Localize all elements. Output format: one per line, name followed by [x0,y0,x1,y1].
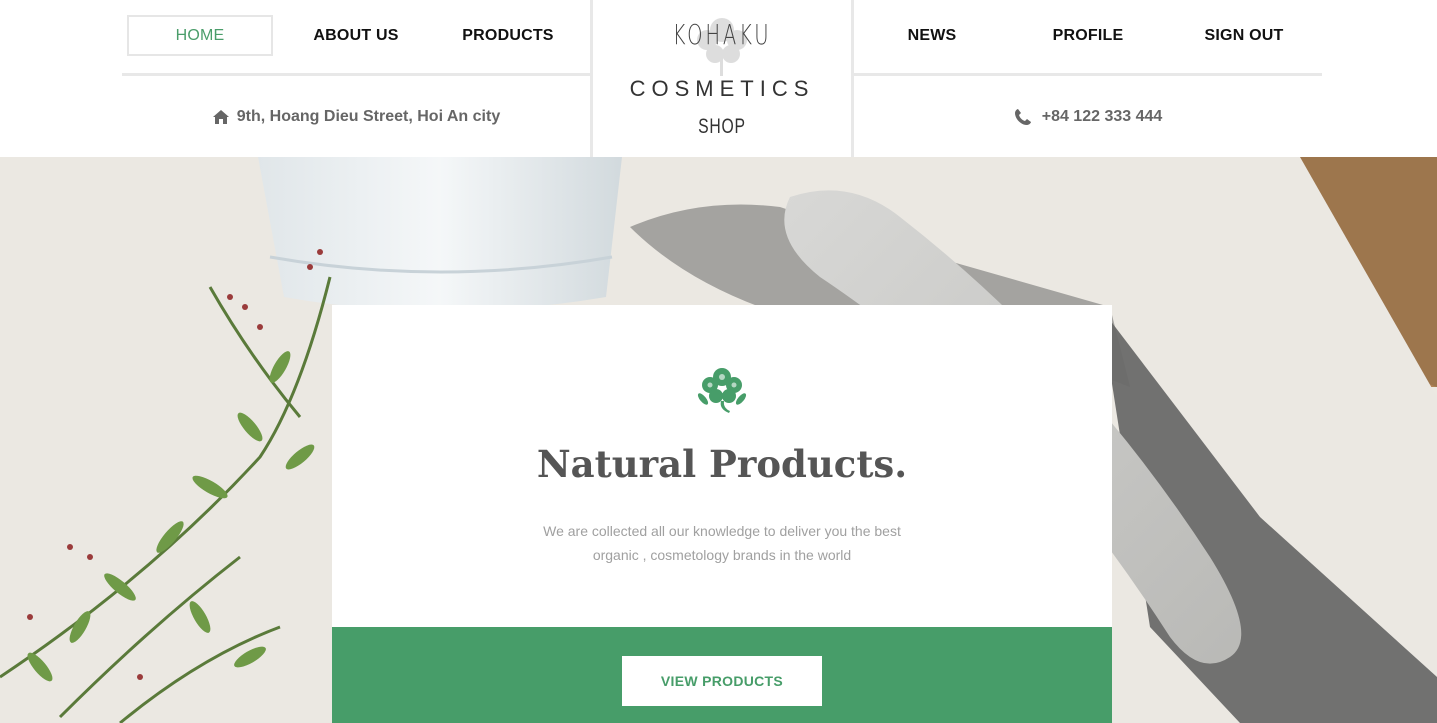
hero-title: Natural Products. [536,442,908,486]
logo-shop: SHOP [698,115,746,138]
nav-products[interactable]: PRODUCTS [440,15,576,56]
phone-text[interactable]: +84 122 333 444 [1042,108,1163,126]
nav-about-us[interactable]: ABOUT US [288,15,424,56]
nav-news[interactable]: NEWS [864,15,1000,56]
site-header: HOME ABOUT US PRODUCTS NEWS PROFILE SIGN… [0,0,1437,157]
nav-sign-out[interactable]: SIGN OUT [1176,15,1312,56]
logo[interactable]: KOHAKU COSMETICS SHOP [590,0,854,157]
nav-home[interactable]: HOME [127,15,273,56]
hero-description: We are collected all our knowledge to de… [543,523,901,563]
phone-icon [1014,109,1031,125]
hero-card: Natural Products. We are collected all o… [332,305,1112,723]
hero-section: Natural Products. We are collected all o… [0,157,1437,723]
nav-divider-left [122,73,590,76]
nav-profile[interactable]: PROFILE [1020,15,1156,56]
hero-card-footer: VIEW PRODUCTS [332,627,1112,723]
nav-right: NEWS PROFILE SIGN OUT [854,0,1322,74]
logo-brand: KOHAKU [672,18,772,51]
address-info: 9th, Hoang Dieu Street, Hoi An city [122,100,590,134]
logo-cosmetics: COSMETICS [629,76,815,101]
phone-info: +84 122 333 444 [854,100,1322,134]
home-icon [212,110,229,124]
address-text: 9th, Hoang Dieu Street, Hoi An city [236,108,501,125]
view-products-button[interactable]: VIEW PRODUCTS [622,656,822,706]
flower-icon [697,368,747,413]
nav-divider-right [854,73,1322,76]
nav-left: HOME ABOUT US PRODUCTS [122,0,590,74]
